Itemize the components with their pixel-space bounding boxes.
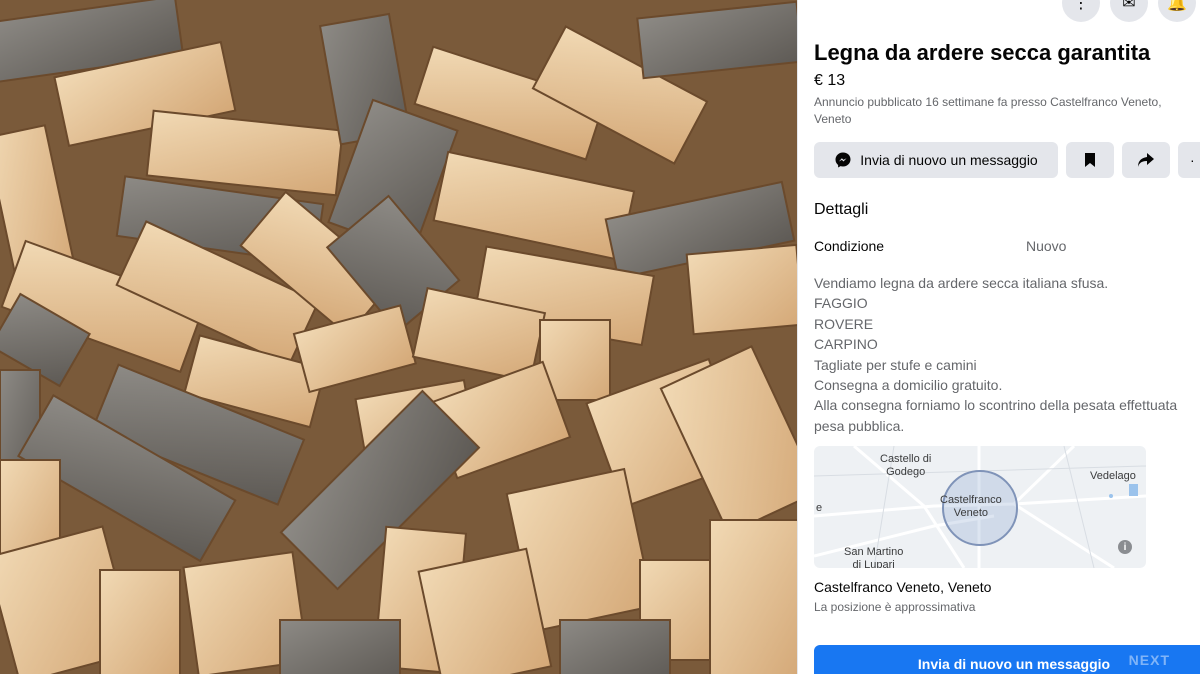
description-line: CARPINO: [814, 336, 878, 353]
save-button[interactable]: [1066, 142, 1114, 178]
notification-icon[interactable]: 🔔: [1158, 0, 1196, 22]
location-title: Castelfranco Veneto, Veneto: [814, 579, 992, 596]
grid-icon[interactable]: ⋮: [1062, 0, 1100, 22]
condition-label: Condizione: [814, 238, 885, 254]
firewood-image: [0, 0, 797, 674]
watermark: NEXT: [1128, 652, 1170, 668]
description-line: Tagliate per stufe e camini: [814, 356, 977, 373]
send-message-again-label: Invia di nuovo un messaggio: [860, 152, 1038, 168]
description-line: FAGGIO: [814, 295, 868, 312]
listing-meta-line1: Annuncio pubblicato 16 settimane fa pres…: [814, 95, 1162, 109]
listing-description: Vendiamo legna da ardere secca italiana …: [814, 273, 1200, 436]
messenger-icon: [835, 152, 851, 168]
bookmark-icon: [1085, 153, 1095, 167]
map-label-vedelago: Vedelago: [1090, 470, 1136, 483]
more-icon: ·: [1190, 152, 1195, 168]
listing-price: € 13: [814, 72, 846, 89]
map-label-sanmartino: San Martino di Lupari: [844, 546, 904, 569]
map-label-edge: e: [816, 502, 823, 515]
listing-meta-line2: Veneto: [814, 112, 852, 126]
listing-title: Legna da ardere secca garantita: [814, 40, 1151, 65]
listing-details-panel: ⋮ ✉ 🔔 Legna da ardere secca garantita € …: [797, 0, 1200, 674]
condition-row: Condizione Nuovo: [814, 237, 1200, 255]
send-message-again-button[interactable]: Invia di nuovo un messaggio: [814, 142, 1058, 178]
description-line: Alla consegna forniamo lo scontrino dell…: [814, 397, 1178, 414]
listing-meta: Annuncio pubblicato 16 settimane fa pres…: [814, 94, 1198, 128]
listing-photo[interactable]: [0, 0, 797, 674]
location-map[interactable]: Castello di Godego Castelfranco Veneto V…: [814, 446, 1146, 569]
share-button[interactable]: [1122, 142, 1170, 178]
description-line: Vendiamo legna da ardere secca italiana …: [814, 275, 1109, 291]
map-label-center: Castelfranco Veneto: [940, 494, 1002, 520]
details-heading: Dettagli: [814, 201, 869, 218]
condition-value: Nuovo: [1026, 238, 1067, 254]
description-line: pesa pubblica.: [814, 417, 905, 434]
messenger-icon[interactable]: ✉: [1110, 0, 1148, 22]
location-subtitle: La posizione è approssimativa: [814, 600, 976, 615]
more-button[interactable]: ·: [1178, 142, 1200, 178]
description-line: ROVERE: [814, 315, 874, 332]
share-icon: [1138, 153, 1154, 167]
map-label-castello: Castello di Godego: [880, 453, 932, 479]
top-icon-bar: ⋮ ✉ 🔔: [1062, 0, 1200, 22]
description-line: Consegna a domicilio gratuito.: [814, 376, 1003, 393]
action-bar: Invia di nuovo un messaggio ·: [814, 142, 1200, 178]
primary-button-label: Invia di nuovo un messaggio: [917, 656, 1111, 672]
